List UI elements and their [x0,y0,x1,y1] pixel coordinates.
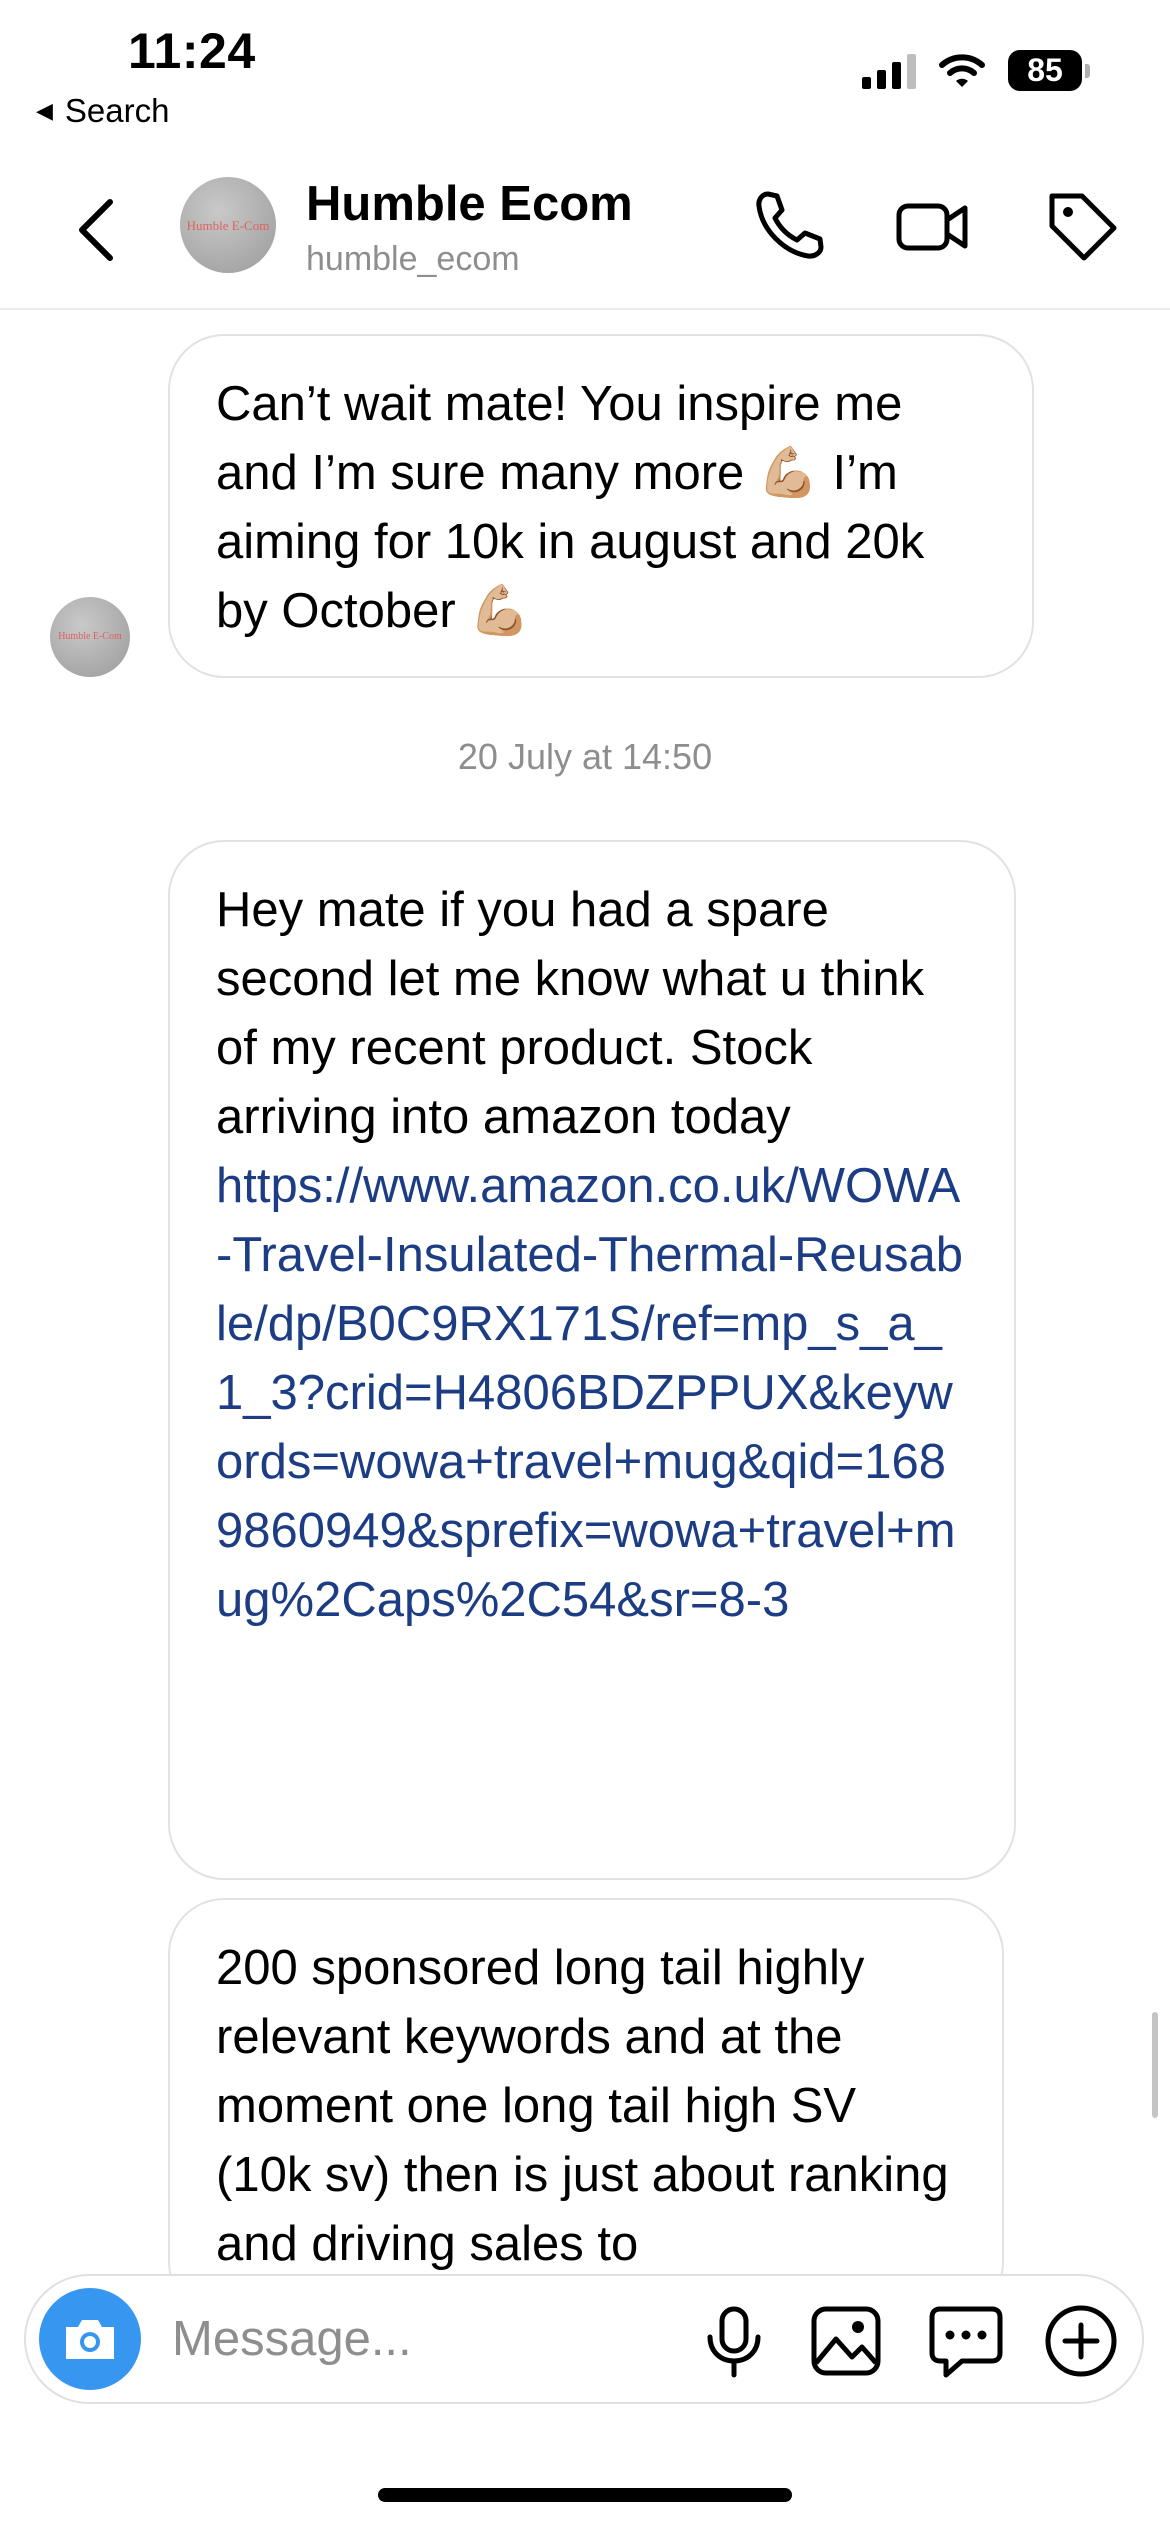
message-input[interactable] [170,2308,654,2370]
home-indicator[interactable] [378,2488,792,2502]
status-indicators: 85 [862,50,1090,91]
message-text: 200 sponsored long tail highly relevant … [216,1941,949,2271]
cellular-signal-icon [862,53,916,89]
message-text: Hey mate if you had a spare second let m… [216,883,925,1144]
message-text: Can’t wait mate! You inspire me and I’m … [216,377,925,638]
back-to-search[interactable]: ◀ Search [36,92,169,130]
scrollbar[interactable] [1152,2012,1158,2118]
message-timestamp: 20 July at 14:50 [457,736,713,777]
back-triangle-icon: ◀ [36,98,53,123]
back-chevron-icon[interactable] [66,190,126,270]
message-composer [24,2274,1144,2404]
camera-button[interactable] [39,2288,141,2390]
header-avatar[interactable]: Humble E-Com [180,177,276,273]
battery-icon: 85 [1008,50,1090,91]
message-link[interactable]: https://www.amazon.co.uk/WOWA-Travel-Ins… [216,1152,968,1635]
message-bubble[interactable]: Hey mate if you had a spare second let m… [168,840,1016,1880]
sticker-chat-icon[interactable] [926,2301,1006,2381]
battery-level: 85 [1008,50,1082,91]
camera-icon [66,2320,114,2359]
image-icon[interactable] [806,2301,886,2381]
avatar-logo-text: Humble E-Com [186,217,270,233]
message-bubble[interactable]: 200 sponsored long tail highly relevant … [168,1898,1004,2318]
phone-icon[interactable] [750,186,830,266]
status-time: 11:24 [128,23,256,79]
contact-name[interactable]: Humble Ecom [306,176,633,232]
back-search-label: Search [64,92,170,129]
wifi-icon [939,53,985,87]
avatar-logo-text: Humble E-Com [58,631,122,642]
tag-icon[interactable] [1042,186,1122,266]
microphone-icon[interactable] [694,2301,774,2381]
sender-avatar[interactable]: Humble E-Com [50,597,130,677]
message-bubble[interactable]: Can’t wait mate! You inspire me and I’m … [168,334,1034,678]
video-camera-icon[interactable] [893,186,973,266]
contact-handle[interactable]: humble_ecom [306,240,520,279]
chat-header: Humble E-Com Humble Ecom humble_ecom [0,160,1170,310]
plus-circle-icon[interactable] [1041,2301,1121,2381]
